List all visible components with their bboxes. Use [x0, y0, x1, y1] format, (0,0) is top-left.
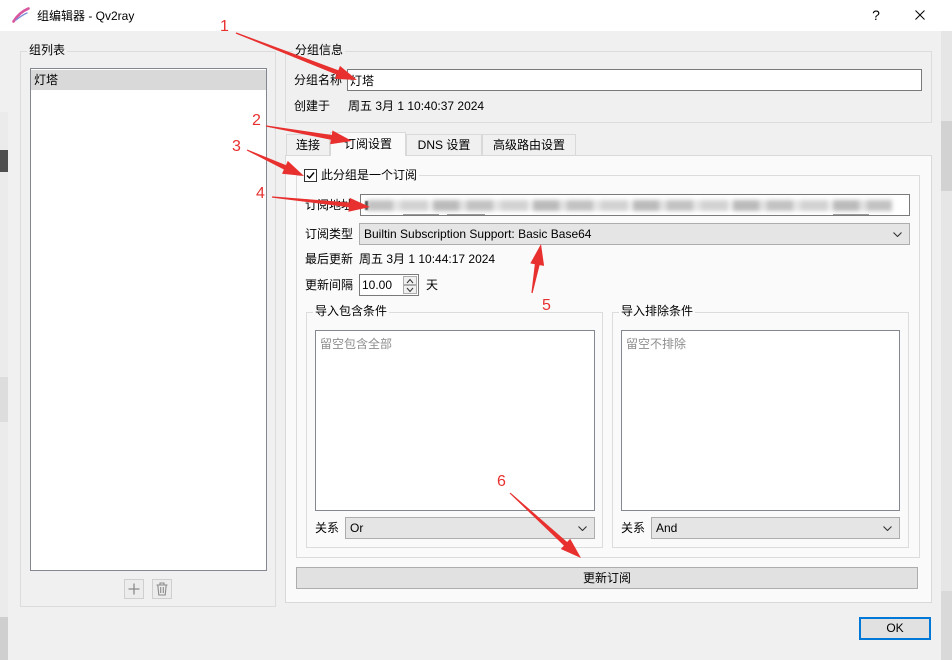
- background-patch: [941, 121, 952, 191]
- background-patch: [0, 617, 8, 660]
- trash-icon: [156, 582, 168, 596]
- annotation-label-4: 4: [256, 185, 265, 202]
- group-list-box: 组列表 灯塔: [20, 42, 276, 607]
- tab-advanced-routing[interactable]: 高级路由设置: [482, 134, 576, 155]
- update-interval-label: 更新间隔: [305, 278, 354, 292]
- subscription-group-box: 此分组是一个订阅 订阅地址 订阅类型 Builtin Subscription …: [296, 167, 920, 558]
- include-conditions-input[interactable]: [315, 330, 595, 511]
- annotation-label-3: 3: [232, 138, 241, 155]
- background-window-left-edge: [0, 112, 8, 660]
- group-name-input[interactable]: [347, 69, 922, 91]
- close-icon: [915, 10, 925, 20]
- subscription-settings-pane: 此分组是一个订阅 订阅地址 订阅类型 Builtin Subscription …: [285, 155, 932, 603]
- tab-connection[interactable]: 连接: [286, 134, 330, 155]
- update-interval-unit: 天: [426, 278, 439, 292]
- redacted-url-blur: [365, 201, 368, 210]
- checkmark-icon: [306, 171, 315, 179]
- include-relation-value: Or: [350, 521, 364, 535]
- created-label: 创建于: [294, 99, 331, 113]
- background-window-right-edge: [941, 31, 952, 660]
- created-value: 周五 3月 1 10:40:37 2024: [348, 99, 485, 113]
- help-label: ?: [872, 7, 880, 23]
- subscription-enabled-label: 此分组是一个订阅: [321, 168, 418, 182]
- redacted-url-blur: [833, 214, 869, 215]
- tab-subscription-settings[interactable]: 订阅设置: [330, 132, 406, 156]
- group-info-title: 分组信息: [293, 42, 346, 58]
- subscription-type-label: 订阅类型: [305, 227, 354, 241]
- chevron-down-icon: [893, 232, 902, 237]
- help-button[interactable]: ?: [853, 0, 899, 31]
- chevron-down-icon: [578, 526, 587, 531]
- exclude-conditions-title: 导入排除条件: [619, 303, 696, 319]
- ok-label: OK: [886, 621, 904, 635]
- update-subscription-label: 更新订阅: [582, 571, 631, 585]
- last-update-label: 最后更新: [305, 252, 354, 266]
- group-editor-dialog: 组编辑器 - Qv2ray ? 组列表 灯塔 分组信息 分组名称 灯塔 创建于 …: [0, 0, 952, 660]
- last-update-value: 周五 3月 1 10:44:17 2024: [359, 252, 496, 266]
- group-list-title: 组列表: [27, 42, 68, 58]
- arrow-down-icon: [406, 287, 414, 293]
- subscription-url-label: 订阅地址: [305, 198, 354, 212]
- update-interval-input[interactable]: [360, 275, 402, 295]
- add-group-button[interactable]: [124, 579, 144, 599]
- background-patch: [0, 377, 8, 422]
- exclude-relation-combo[interactable]: And: [651, 517, 900, 539]
- annotation-label-6: 6: [497, 473, 506, 490]
- redacted-url-blur: [403, 214, 439, 215]
- title-bar: 组编辑器 - Qv2ray ?: [0, 0, 952, 31]
- include-relation-combo[interactable]: Or: [345, 517, 595, 539]
- subscription-type-value: Builtin Subscription Support: Basic Base…: [364, 227, 592, 241]
- group-info-box: 分组信息 分组名称 创建于 周五 3月 1 10:40:37 2024: [285, 42, 932, 123]
- list-item-label: 灯塔: [34, 73, 59, 87]
- spin-up-button[interactable]: [403, 276, 417, 285]
- subscription-url-field[interactable]: [360, 194, 910, 216]
- close-button[interactable]: [897, 0, 943, 31]
- exclude-relation-label: 关系: [621, 521, 646, 535]
- ok-button[interactable]: OK: [859, 617, 931, 640]
- tab-label: 订阅设置: [343, 137, 392, 151]
- background-patch: [0, 150, 8, 172]
- redacted-url-blur: [367, 200, 892, 211]
- include-relation-label: 关系: [315, 521, 340, 535]
- spin-down-button[interactable]: [403, 285, 417, 294]
- arrow-up-icon: [406, 278, 414, 284]
- chevron-down-icon: [883, 526, 892, 531]
- tab-label: DNS 设置: [417, 138, 471, 152]
- background-patch: [941, 591, 952, 660]
- plus-icon: [128, 583, 140, 595]
- annotation-label-1: 1: [220, 18, 229, 35]
- subscription-enabled-checkbox[interactable]: [304, 168, 317, 182]
- qv2ray-logo-icon: [12, 7, 30, 23]
- list-item[interactable]: 灯塔: [31, 70, 266, 90]
- tab-label: 高级路由设置: [492, 138, 565, 152]
- update-interval-spinbox[interactable]: [359, 274, 419, 296]
- annotation-label-2: 2: [252, 112, 261, 129]
- include-conditions-box: 导入包含条件 关系 Or: [306, 303, 603, 548]
- tab-dns-settings[interactable]: DNS 设置: [406, 134, 482, 155]
- window-title: 组编辑器 - Qv2ray: [37, 9, 135, 23]
- update-subscription-button[interactable]: 更新订阅: [296, 567, 918, 589]
- delete-group-button[interactable]: [152, 579, 172, 599]
- exclude-relation-value: And: [656, 521, 678, 535]
- exclude-conditions-input[interactable]: [621, 330, 900, 511]
- exclude-conditions-box: 导入排除条件 关系 And: [612, 303, 909, 548]
- group-name-label: 分组名称: [294, 73, 343, 87]
- subscription-enabled-toggle[interactable]: 此分组是一个订阅: [302, 167, 420, 183]
- annotation-label-5: 5: [542, 297, 551, 314]
- subscription-type-combo[interactable]: Builtin Subscription Support: Basic Base…: [359, 223, 910, 245]
- tab-label: 连接: [295, 138, 320, 152]
- include-conditions-title: 导入包含条件: [313, 303, 390, 319]
- redacted-url-blur: [447, 214, 485, 215]
